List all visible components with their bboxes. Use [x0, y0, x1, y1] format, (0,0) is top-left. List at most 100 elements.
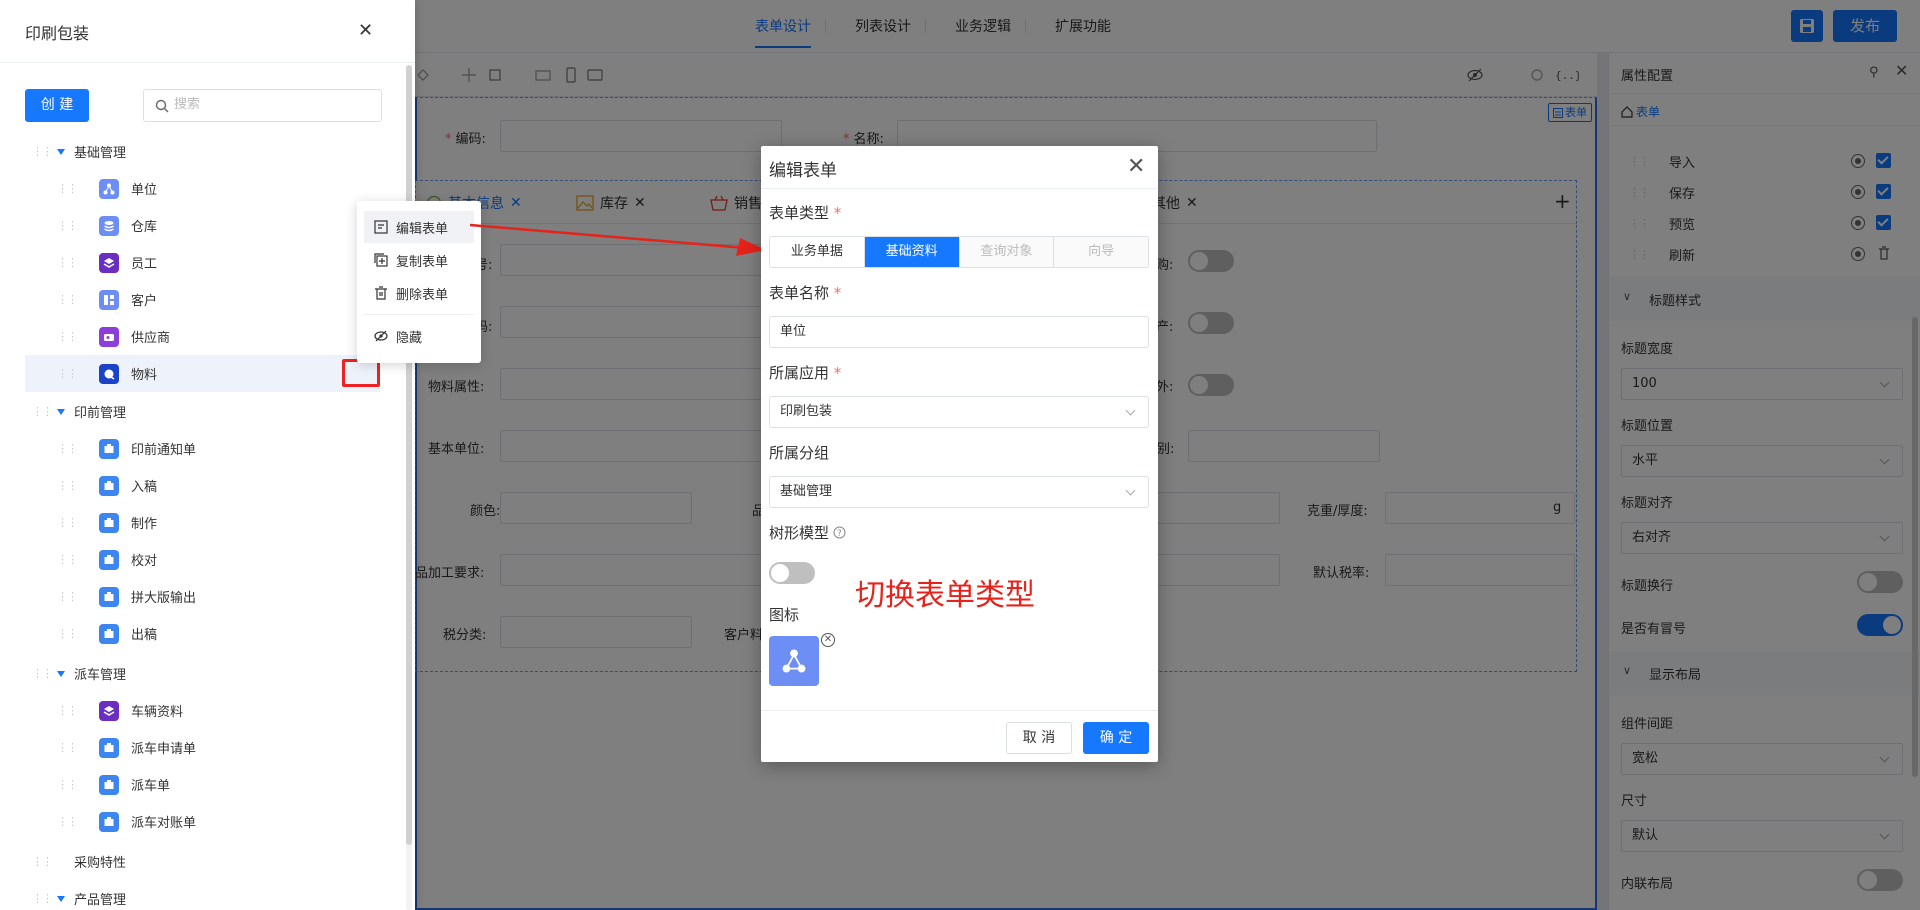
confirm-button[interactable]: 确 定 — [1083, 722, 1149, 754]
close-icon[interactable]: ✕ — [1127, 154, 1145, 179]
tree-item[interactable]: ⋮⋮ 印前通知单 — [25, 430, 380, 467]
type-option-query: 查询对象 — [959, 237, 1055, 267]
tree-item-employee[interactable]: ⋮⋮ 员工 — [25, 244, 380, 281]
drag-handle-icon[interactable]: ⋮⋮ — [57, 778, 78, 791]
form-icon-picker[interactable] — [769, 636, 819, 686]
create-button[interactable]: 创 建 — [25, 89, 89, 122]
network-icon — [99, 178, 119, 199]
type-option-business[interactable]: 业务单据 — [770, 237, 865, 267]
form-type-segmented: 业务单据 基础资料 查询对象 向导 — [769, 236, 1149, 268]
tree-item[interactable]: ⋮⋮ 出稿 — [25, 615, 380, 652]
caret-down-icon[interactable] — [57, 148, 65, 155]
drag-handle-icon[interactable]: ⋮⋮ — [32, 892, 53, 905]
drag-handle-icon[interactable]: ⋮⋮ — [57, 330, 78, 343]
tree-group-dispatch[interactable]: ⋮⋮ 派车管理 — [25, 655, 380, 692]
item-label: 派车对账单 — [131, 816, 197, 831]
copy-icon — [374, 253, 388, 267]
drag-handle-icon[interactable]: ⋮⋮ — [57, 442, 78, 455]
inbox-icon — [99, 475, 119, 496]
tree-item[interactable]: ⋮⋮ 制作 — [25, 504, 380, 541]
drag-handle-icon[interactable]: ⋮⋮ — [32, 667, 53, 680]
tree-item-customer[interactable]: ⋮⋮ 客户 — [25, 281, 380, 318]
item-label: 供应商 — [131, 331, 171, 346]
tree-model-toggle[interactable] — [769, 562, 815, 584]
drag-handle-icon[interactable]: ⋮⋮ — [57, 293, 78, 306]
tree-item-supplier[interactable]: ⋮⋮ 供应商 — [25, 318, 380, 355]
drag-handle-icon[interactable]: ⋮⋮ — [32, 855, 53, 868]
video-icon — [99, 326, 119, 347]
group-label: 采购特性 — [74, 856, 127, 871]
close-icon[interactable]: ✕ — [358, 20, 373, 41]
drag-handle-icon[interactable]: ⋮⋮ — [57, 256, 78, 269]
menu-item-copy-form[interactable]: 复制表单 — [364, 244, 474, 276]
item-label: 出稿 — [131, 628, 158, 643]
app-select[interactable]: 印刷包装 — [769, 396, 1149, 428]
modal-overlay[interactable] — [415, 0, 1920, 910]
more-actions-trigger[interactable] — [342, 359, 380, 387]
tree-item-warehouse[interactable]: ⋮⋮ 仓库 — [25, 207, 380, 244]
inbox-icon — [99, 512, 119, 533]
drag-handle-icon[interactable]: ⋮⋮ — [57, 815, 78, 828]
context-menu: 编辑表单 复制表单 删除表单 隐藏 — [357, 201, 481, 363]
search-box[interactable] — [143, 89, 382, 122]
tree-item-material[interactable]: ⋮⋮ 物料 — [25, 355, 380, 392]
trash-icon — [375, 286, 387, 300]
drag-handle-icon[interactable]: ⋮⋮ — [57, 741, 78, 754]
item-label: 客户 — [131, 294, 158, 309]
item-label: 拼大版输出 — [131, 591, 197, 606]
divider — [0, 62, 415, 63]
inbox-icon — [99, 737, 119, 758]
tree-item[interactable]: ⋮⋮ 派车申请单 — [25, 729, 380, 766]
tree-group-product[interactable]: ⋮⋮ 产品管理 — [25, 880, 380, 910]
help-icon[interactable]: ? — [833, 526, 846, 539]
search-icon — [155, 99, 169, 113]
tree-group-purchase[interactable]: ⋮⋮ 采购特性 — [25, 843, 380, 880]
cancel-button[interactable]: 取 消 — [1006, 722, 1072, 754]
menu-item-hide[interactable]: 隐藏 — [364, 320, 474, 352]
scrollbar[interactable] — [406, 65, 412, 845]
tree-item[interactable]: ⋮⋮ 车辆资料 — [25, 692, 380, 729]
grid-icon — [99, 289, 119, 310]
tree-item[interactable]: ⋮⋮ 拼大版输出 — [25, 578, 380, 615]
drag-handle-icon[interactable]: ⋮⋮ — [57, 627, 78, 640]
tree-item[interactable]: ⋮⋮ 派车对账单 — [25, 803, 380, 840]
form-list-panel: 印刷包装 ✕ 创 建 ⋮⋮ 基础管理 ⋮⋮ 单位 ⋮⋮ 仓库 ⋮⋮ 员工 ⋮⋮ … — [0, 0, 415, 910]
dialog-title: 编辑表单 — [769, 161, 837, 181]
layers-icon — [99, 700, 119, 721]
drag-handle-icon[interactable]: ⋮⋮ — [57, 182, 78, 195]
item-label: 派车申请单 — [131, 742, 197, 757]
menu-item-edit-form[interactable]: 编辑表单 — [364, 211, 474, 243]
tree-group-prepress[interactable]: ⋮⋮ 印前管理 — [25, 393, 380, 430]
drag-handle-icon[interactable]: ⋮⋮ — [57, 553, 78, 566]
item-label: 车辆资料 — [131, 705, 184, 720]
tree-item-unit[interactable]: ⋮⋮ 单位 — [25, 170, 380, 207]
clear-icon[interactable]: ✕ — [821, 633, 835, 647]
tree-item[interactable]: ⋮⋮ 派车单 — [25, 766, 380, 803]
tree-group-basic[interactable]: ⋮⋮ 基础管理 — [25, 133, 380, 170]
svg-text:?: ? — [837, 529, 842, 539]
search-input[interactable] — [174, 97, 364, 112]
drag-handle-icon[interactable]: ⋮⋮ — [57, 479, 78, 492]
drag-handle-icon[interactable]: ⋮⋮ — [57, 367, 78, 380]
caret-down-icon[interactable] — [57, 895, 65, 902]
inbox-icon — [99, 438, 119, 459]
chat-icon — [99, 363, 119, 384]
form-type-label: 表单类型 * — [769, 204, 842, 222]
drag-handle-icon[interactable]: ⋮⋮ — [57, 219, 78, 232]
divider — [761, 188, 1158, 189]
group-select[interactable]: 基础管理 — [769, 476, 1149, 508]
caret-down-icon[interactable] — [57, 670, 65, 677]
drag-handle-icon[interactable]: ⋮⋮ — [57, 590, 78, 603]
drag-handle-icon[interactable]: ⋮⋮ — [32, 145, 53, 158]
tree-item[interactable]: ⋮⋮ 入稿 — [25, 467, 380, 504]
form-name-input[interactable]: 单位 — [769, 316, 1149, 348]
tree-item[interactable]: ⋮⋮ 校对 — [25, 541, 380, 578]
menu-item-delete-form[interactable]: 删除表单 — [364, 277, 474, 309]
caret-down-icon[interactable] — [57, 408, 65, 415]
group-label: 派车管理 — [74, 668, 127, 683]
drag-handle-icon[interactable]: ⋮⋮ — [32, 405, 53, 418]
type-option-basic[interactable]: 基础资料 — [864, 237, 960, 267]
annotation-arrow — [469, 223, 766, 256]
drag-handle-icon[interactable]: ⋮⋮ — [57, 704, 78, 717]
drag-handle-icon[interactable]: ⋮⋮ — [57, 516, 78, 529]
